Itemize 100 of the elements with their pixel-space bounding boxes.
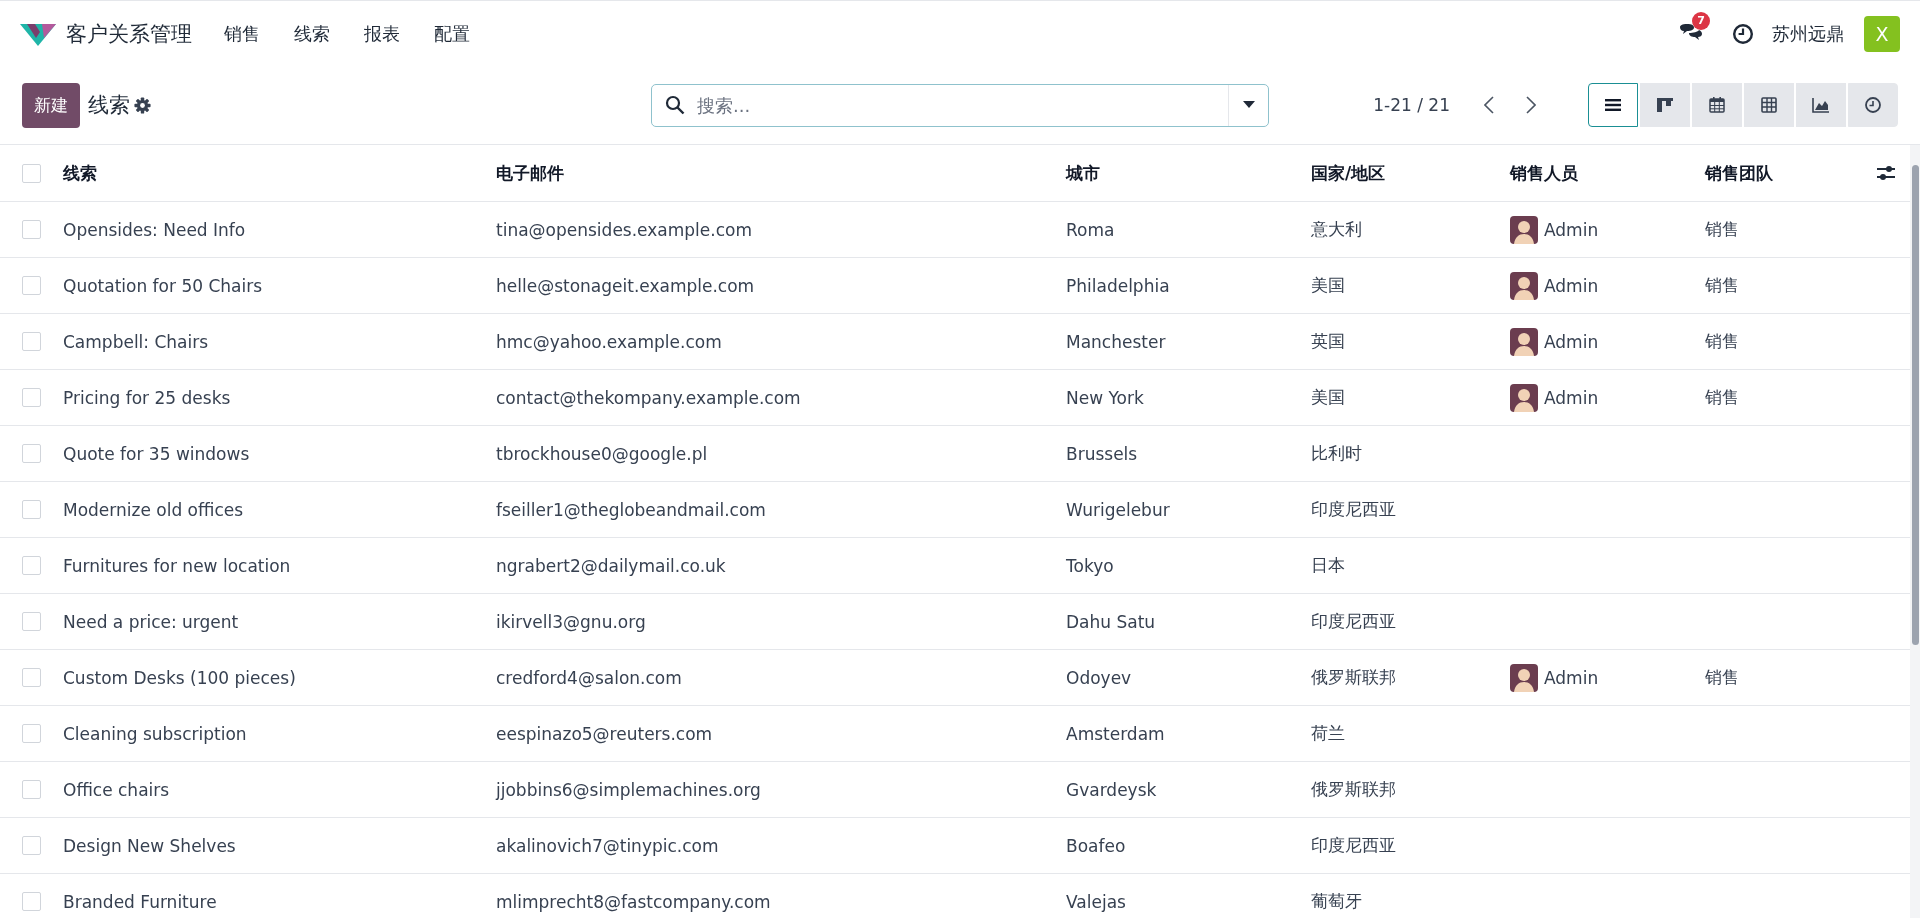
table-cell: Wurigelebur: [1066, 499, 1170, 520]
table-cell: Admin: [1544, 331, 1599, 352]
table-cell: Need a price: urgent: [63, 611, 239, 632]
calendar-view-button[interactable]: [1692, 83, 1742, 127]
caret-icon: [1242, 101, 1255, 109]
search-icon: [665, 95, 685, 115]
company-switcher[interactable]: 苏州远鼎: [1772, 21, 1844, 46]
table-cell: mlimprecht8@fastcompany.com: [496, 891, 771, 912]
graph-view-button[interactable]: [1796, 83, 1846, 127]
table-cell: 销售: [1705, 274, 1739, 297]
table-cell: Brussels: [1066, 443, 1138, 464]
row-checkbox[interactable]: [22, 612, 41, 631]
table-cell: 比利时: [1311, 442, 1362, 465]
breadcrumb-title: 线索: [88, 92, 130, 119]
clock-icon[interactable]: [1732, 22, 1754, 45]
table-cell: Manchester: [1066, 331, 1166, 352]
select-all-checkbox[interactable]: [22, 163, 41, 183]
row-checkbox[interactable]: [22, 556, 41, 575]
table-cell: 俄罗斯联邦: [1311, 778, 1396, 801]
menu-item[interactable]: 配置: [428, 17, 476, 50]
table-cell: Furnitures for new location: [63, 555, 291, 576]
avatar-icon: [1510, 663, 1538, 692]
column-header[interactable]: 国家/地区: [1311, 161, 1386, 185]
column-header[interactable]: 城市: [1066, 161, 1100, 185]
table-cell: contact@thekompany.example.com: [496, 387, 801, 408]
search-bar[interactable]: 搜索...: [651, 83, 1269, 127]
table-cell: 荷兰: [1311, 722, 1345, 745]
table-cell: tina@opensides.example.com: [496, 219, 752, 240]
table-cell: Cleaning subscription: [63, 723, 247, 744]
table-cell: akalinovich7@tinypic.com: [496, 835, 719, 856]
row-checkbox[interactable]: [22, 444, 41, 463]
row-checkbox[interactable]: [22, 276, 41, 295]
table-icon: [1759, 95, 1779, 115]
new-button[interactable]: 新建: [22, 82, 80, 128]
avatar-icon: [1510, 327, 1538, 356]
table-cell: 印度尼西亚: [1311, 610, 1396, 633]
avatar-icon: [1510, 271, 1538, 300]
column-header[interactable]: 销售团队: [1705, 161, 1773, 185]
table-cell: tbrockhouse0@google.pl: [496, 443, 708, 464]
table-cell: hmc@yahoo.example.com: [496, 331, 722, 352]
menu-item[interactable]: 报表: [358, 17, 406, 50]
table-cell: Admin: [1544, 275, 1599, 296]
menu-item[interactable]: 线索: [288, 17, 336, 50]
row-checkbox[interactable]: [22, 668, 41, 687]
table-cell: fseiller1@theglobeandmail.com: [496, 499, 766, 520]
app-name[interactable]: 客户关系管理: [66, 19, 192, 48]
list-view-button[interactable]: [1588, 83, 1638, 127]
row-checkbox[interactable]: [22, 332, 41, 351]
table-cell: credford4@salon.com: [496, 667, 682, 688]
table-cell: 英国: [1311, 330, 1345, 353]
row-checkbox[interactable]: [22, 836, 41, 855]
scrollbar[interactable]: [1910, 145, 1920, 918]
notification-badge: 7: [1692, 11, 1710, 30]
table-cell: Boafeo: [1066, 835, 1126, 856]
search-input[interactable]: 搜索...: [695, 93, 1228, 117]
avatar-icon: [1510, 383, 1538, 412]
table-cell: 日本: [1311, 554, 1345, 577]
table-cell: eespinazo5@reuters.com: [496, 723, 713, 744]
column-header[interactable]: 线索: [63, 161, 97, 185]
table-cell: Gvardeysk: [1066, 779, 1157, 800]
activity-view-button[interactable]: [1848, 83, 1898, 127]
row-checkbox[interactable]: [22, 388, 41, 407]
chevron-left-icon: [1484, 96, 1494, 114]
table-cell: Dahu Satu: [1066, 611, 1156, 632]
table-cell: Roma: [1066, 219, 1115, 240]
table-cell: Pricing for 25 desks: [63, 387, 231, 408]
app-logo-icon[interactable]: [20, 21, 56, 46]
menu-item[interactable]: 销售: [218, 17, 266, 50]
table-cell: ngrabert2@dailymail.co.uk: [496, 555, 726, 576]
clock-icon: [1863, 95, 1883, 115]
table-cell: 葡萄牙: [1311, 890, 1362, 913]
table-cell: jjobbins6@simplemachines.org: [496, 779, 761, 800]
table-cell: 印度尼西亚: [1311, 834, 1396, 857]
row-checkbox[interactable]: [22, 892, 41, 911]
chevron-right-icon: [1526, 96, 1536, 114]
table-cell: Quotation for 50 Chairs: [63, 275, 263, 296]
table-cell: 销售: [1705, 330, 1739, 353]
avatar-icon: [1510, 215, 1538, 244]
column-header[interactable]: 销售人员: [1510, 161, 1578, 185]
kanban-view-button[interactable]: [1640, 83, 1690, 127]
row-checkbox[interactable]: [22, 724, 41, 743]
table-cell: Opensides: Need Info: [63, 219, 246, 240]
column-settings-icon[interactable]: [1876, 165, 1896, 181]
column-header[interactable]: 电子邮件: [496, 161, 564, 185]
kanban-icon: [1655, 95, 1675, 115]
table-cell: 销售: [1705, 218, 1739, 241]
table-cell: Amsterdam: [1066, 723, 1165, 744]
pager-value[interactable]: 1-21 / 21: [1373, 95, 1450, 115]
row-checkbox[interactable]: [22, 500, 41, 519]
row-checkbox[interactable]: [22, 780, 41, 799]
table-cell: Valejas: [1066, 891, 1126, 912]
pivot-view-button[interactable]: [1744, 83, 1794, 127]
table-cell: helle@stonageit.example.com: [496, 275, 755, 296]
settings-icon[interactable]: [134, 96, 151, 114]
table-cell: 印度尼西亚: [1311, 498, 1396, 521]
area-chart-icon: [1811, 95, 1831, 115]
table-cell: Philadelphia: [1066, 275, 1170, 296]
table-cell: Odoyev: [1066, 667, 1132, 688]
table-cell: Design New Shelves: [63, 835, 236, 856]
row-checkbox[interactable]: [22, 220, 41, 239]
